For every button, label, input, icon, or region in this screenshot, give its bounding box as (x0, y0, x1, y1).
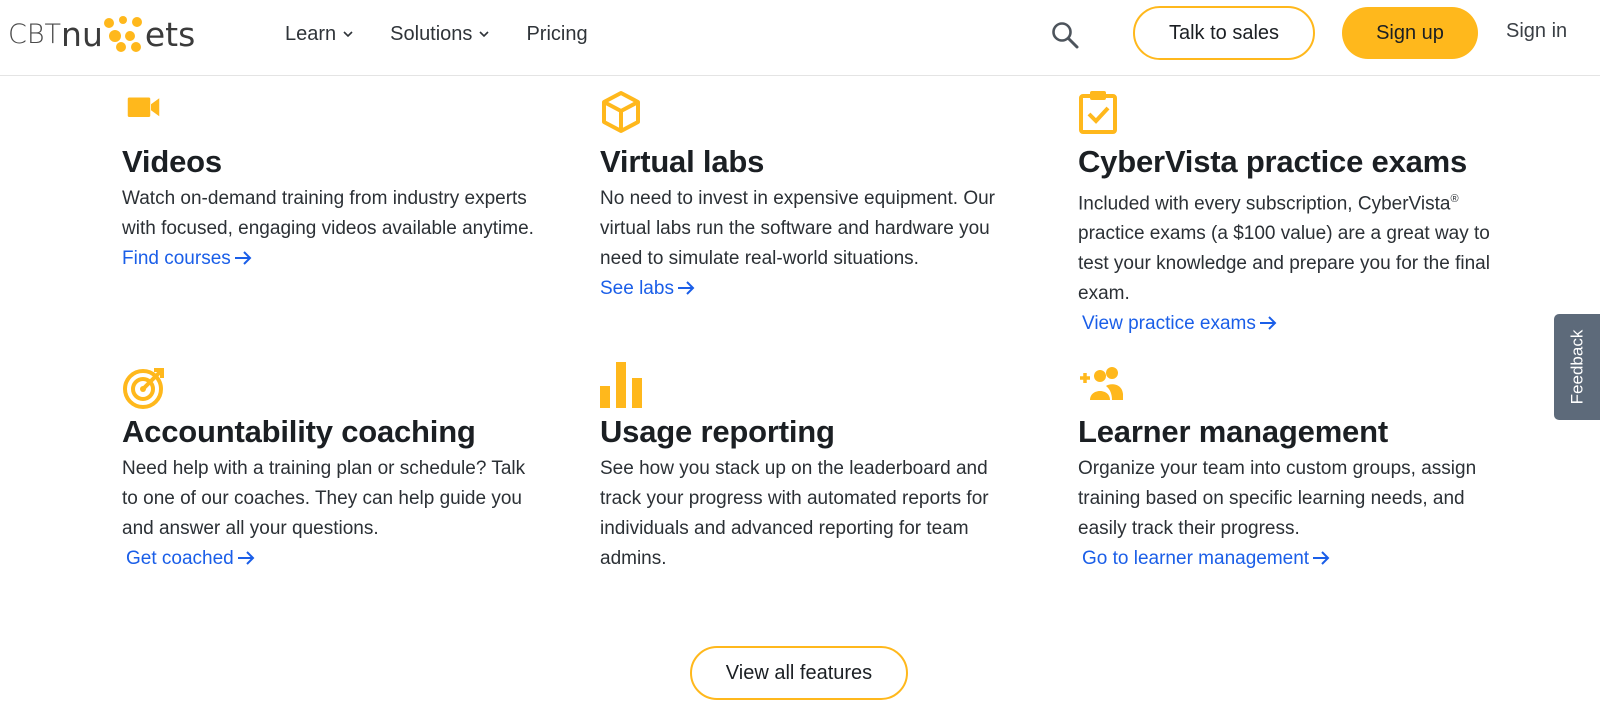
logo-nuggets-dots (103, 16, 142, 52)
feature-title: CyberVista practice exams (1078, 144, 1468, 179)
feedback-tab[interactable]: Feedback (1554, 314, 1600, 420)
feature-title: Learner management (1078, 414, 1388, 449)
find-courses-link[interactable]: Find courses (122, 248, 253, 269)
feature-description: Organize your team into custom groups, a… (1078, 454, 1498, 574)
logo-nu-text: nu (61, 14, 103, 54)
feature-title: Videos (122, 144, 222, 179)
logo-ets-text: ets (144, 14, 196, 54)
bar-chart-icon (600, 362, 642, 408)
chevron-down-icon (343, 31, 353, 38)
feature-body: Watch on-demand training from industry e… (122, 188, 534, 239)
nav-pricing[interactable]: Pricing (526, 23, 587, 46)
nav-learn[interactable]: Learn (285, 23, 354, 46)
feature-body-cont: practice exams (a $100 value) are a grea… (1078, 223, 1490, 305)
site-header: CBT nu ets Learn Solutions Pricing Talk … (0, 0, 1600, 76)
nav-learn-label: Learn (285, 22, 337, 45)
chevron-down-icon (479, 31, 490, 38)
video-camera-icon (127, 97, 160, 117)
feature-title: Virtual labs (600, 144, 765, 179)
feature-description: See how you stack up on the leaderboard … (600, 454, 1020, 574)
sign-in-link[interactable]: Sign in (1506, 20, 1567, 43)
feature-title: Usage reporting (600, 414, 835, 449)
feature-usage-reporting: Usage reporting See how you stack up on … (600, 360, 1020, 574)
feature-description: No need to invest in expensive equipment… (600, 184, 1020, 304)
talk-to-sales-button[interactable]: Talk to sales (1133, 6, 1315, 60)
nav-solutions[interactable]: Solutions (390, 23, 490, 46)
cube-icon (602, 91, 640, 133)
view-all-features-button[interactable]: View all features (690, 646, 908, 700)
arrow-right-icon (234, 251, 252, 265)
arrow-right-icon (677, 281, 695, 295)
link-label: Go to learner management (1082, 548, 1310, 569)
arrow-right-icon (237, 551, 255, 565)
main-nav: Learn Solutions Pricing (285, 18, 624, 50)
feature-virtual-labs: Virtual labs No need to invest in expens… (600, 90, 1020, 304)
feature-coaching: Accountability coaching Need help with a… (122, 366, 542, 574)
see-labs-link[interactable]: See labs (600, 278, 696, 299)
feature-body: No need to invest in expensive equipment… (600, 188, 996, 269)
feature-body: Need help with a training plan or schedu… (122, 458, 526, 539)
clipboard-check-icon (1079, 91, 1117, 134)
cbt-nuggets-logo[interactable]: CBT nu ets (8, 12, 195, 56)
nav-solutions-label: Solutions (390, 22, 473, 45)
arrow-right-icon (1259, 316, 1277, 331)
registered-mark: ® (1450, 193, 1459, 205)
feature-videos: Videos Watch on-demand training from ind… (122, 96, 542, 274)
feature-title: Accountability coaching (122, 414, 476, 449)
search-icon[interactable] (1050, 20, 1080, 50)
feedback-label: Feedback (1567, 329, 1587, 405)
get-coached-link[interactable]: Get coached (126, 544, 256, 574)
feature-practice-exams: CyberVista practice exams Included with … (1078, 90, 1518, 339)
link-label: See labs (600, 278, 674, 299)
feature-body: Organize your team into custom groups, a… (1078, 458, 1477, 539)
feature-description: Included with every subscription, CyberV… (1078, 184, 1518, 339)
feature-body: Included with every subscription, CyberV… (1078, 193, 1451, 215)
link-label: Find courses (122, 248, 231, 269)
logo-cbt-text: CBT (8, 18, 62, 50)
link-label: View practice exams (1082, 313, 1256, 335)
view-practice-exams-link[interactable]: View practice exams (1082, 309, 1278, 339)
nav-pricing-label: Pricing (526, 22, 588, 45)
arrow-right-icon (1313, 551, 1330, 565)
learner-management-link[interactable]: Go to learner management (1082, 544, 1331, 574)
sign-up-button[interactable]: Sign up (1342, 7, 1478, 59)
target-icon (123, 368, 164, 409)
add-users-icon (1080, 367, 1123, 400)
link-label: Get coached (126, 548, 234, 569)
feature-body: See how you stack up on the leaderboard … (600, 458, 989, 569)
feature-description: Watch on-demand training from industry e… (122, 184, 542, 274)
feature-description: Need help with a training plan or schedu… (122, 454, 542, 574)
feature-learner-management: Learner management Organize your team in… (1078, 366, 1498, 574)
